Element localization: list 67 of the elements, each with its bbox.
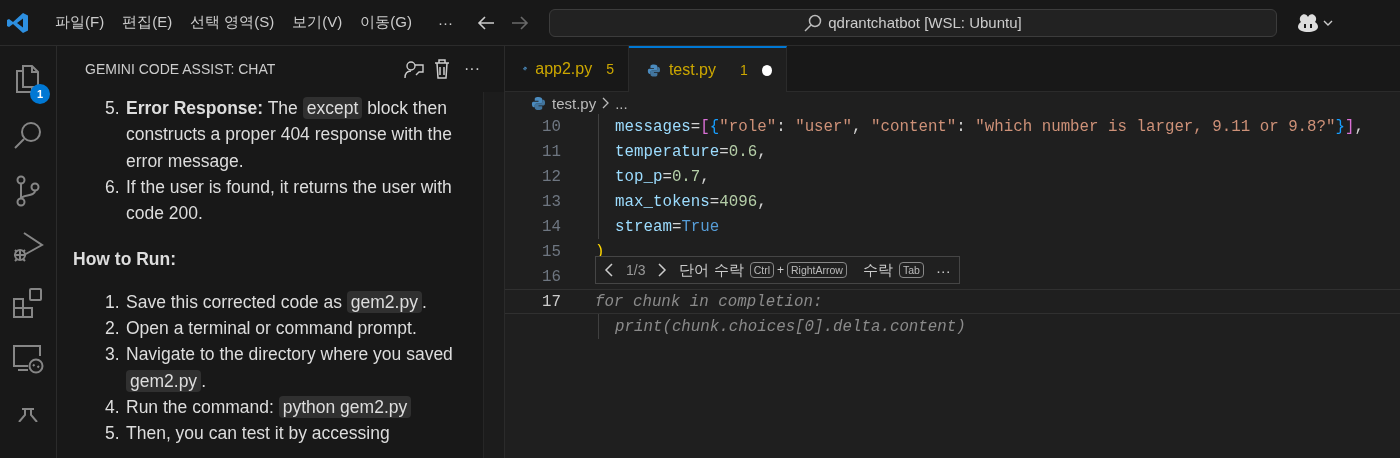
accept-word-button[interactable]: 단어 수락 [679,260,744,280]
app-logo [7,11,29,34]
line-number: 14 [541,217,561,236]
accept-button[interactable]: 수락 [862,260,893,280]
menu-item[interactable]: 선택 영역(S) [182,9,283,36]
next-icon[interactable] [657,263,668,277]
inline-code: gem2.py [346,290,422,313]
inline-code: except [302,97,363,119]
list-item-text: Then, you can test it by accessing [126,422,390,446]
chevron-right-icon [602,97,610,109]
trash-icon[interactable] [434,59,450,79]
list-number: 4. [105,395,121,419]
list-number: 1. [105,290,121,314]
list-number: 6. [105,175,121,199]
robot-icon [1297,12,1319,33]
keyboard-key: Ctrl [749,262,774,278]
notification-badge: 1 [30,84,50,104]
line-number: 17 [541,292,561,311]
list-item-text: Open a terminal or command prompt. [126,317,417,341]
list-number: 2. [105,317,121,341]
list-item-text: Navigate to the directory where you saved gem2.py . [126,343,454,394]
keyboard-key: RightArrow [787,262,847,278]
list-item-text: Run the command: python gem2.py [126,393,412,421]
line-number: 10 [541,117,561,136]
inline-code: python gem2.py [278,395,412,418]
line-number: 15 [541,242,561,261]
line-number: 12 [541,167,561,186]
remote-explorer-icon[interactable] [12,344,44,374]
flask-icon[interactable] [17,408,39,422]
list-item-text: Error Response: The except block then constructs a proper 404 response with the error message. [126,96,453,173]
chevron-down-icon [1323,19,1333,26]
previous-icon[interactable] [604,263,614,277]
scrollbar[interactable] [483,92,504,458]
line-number: 11 [541,142,561,161]
line-number: 16 [541,267,561,286]
list-item-text: If the user is found, it returns the user with code 200. [126,175,453,226]
panel-title: GEMINI CODE ASSIST: CHAT [85,61,277,77]
menu-item[interactable]: 파일(F) [47,9,113,36]
breadcrumb-item[interactable]: test.py [552,94,597,112]
list-number: 5. [105,422,121,446]
menu-item[interactable]: 편집(E) [114,9,181,36]
suggestion-counter: 1/3 [626,262,646,278]
more-menu-button[interactable]: ··· [430,10,461,35]
editor-tab[interactable]: test.py 1 [629,46,787,92]
search-icon[interactable] [13,120,43,150]
line-number: 13 [541,192,561,211]
ghost-code-suggestion: print(chunk.choices[0].delta.content) [595,314,966,339]
search-icon [804,13,823,32]
more-actions-button[interactable]: ··· [460,60,484,78]
ghost-code-suggestion: for chunk in completion: [595,292,823,311]
list-number: 5. [105,97,121,120]
list-item-text: Save this corrected code as gem2.py . [126,289,427,315]
command-center-search[interactable]: qdrantchatbot [WSL: Ubuntu] [549,8,1277,37]
extensions-icon[interactable] [12,287,44,319]
feedback-icon[interactable] [404,59,424,79]
plus-sign: + [777,263,784,277]
keyboard-key: Tab [898,262,924,278]
inline-code: gem2.py [126,369,202,392]
breadcrumb-item[interactable]: ... [615,94,628,112]
list-number: 3. [105,343,121,367]
source-control-icon[interactable] [15,175,41,207]
menu-item[interactable]: 보기(V) [284,9,351,36]
run-debug-icon[interactable] [12,231,44,263]
back-arrow-icon[interactable] [477,14,495,31]
menu-item[interactable]: 이동(G) [352,9,420,36]
section-heading: How to Run: [73,248,178,272]
more-actions-button[interactable]: ··· [935,261,951,279]
